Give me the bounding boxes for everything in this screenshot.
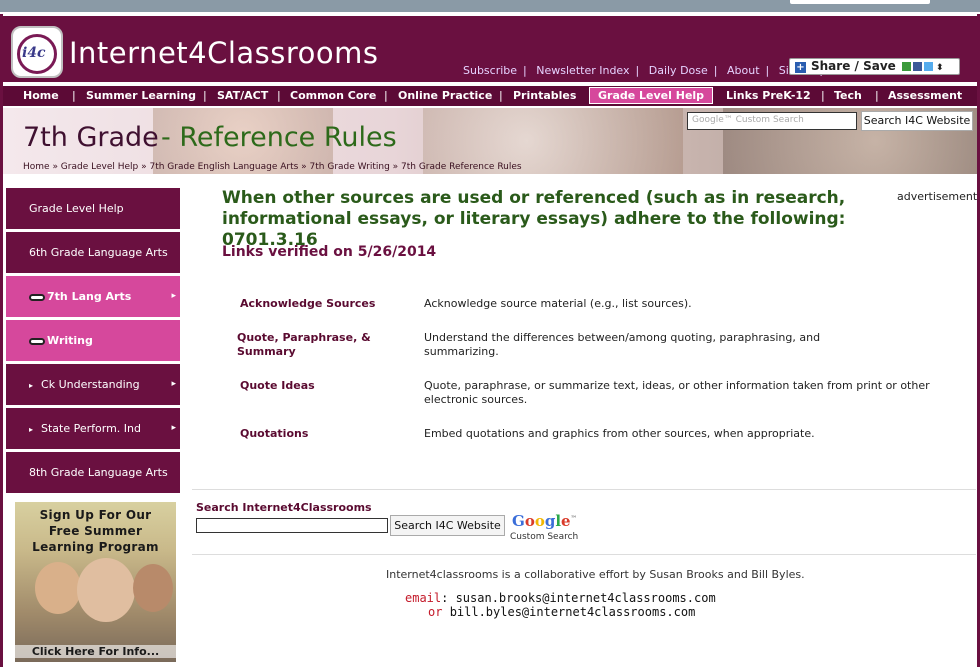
promo-photo	[35, 562, 81, 614]
row-description: Acknowledge source material (e.g., list …	[424, 297, 692, 310]
row-term-link[interactable]: Quotations	[240, 427, 308, 441]
twitter-icon	[923, 62, 933, 71]
email-link[interactable]: bill.byles@internet4classrooms.com	[450, 605, 696, 619]
banner-search-button[interactable]: Search I4C Website	[861, 111, 973, 131]
row-description: Understand the differences between/among…	[424, 331, 821, 358]
chevron-right-icon: ▸	[171, 291, 176, 301]
glasses-icon	[29, 337, 45, 345]
sidebar-item-ck-understanding[interactable]: ▸ Ck Understanding ▸	[6, 364, 180, 405]
dropdown-icon: ⬍	[935, 63, 944, 73]
browser-tab-area	[790, 0, 930, 4]
divider	[192, 554, 976, 555]
row-term-link[interactable]: Quote, Paraphrase, & Summary	[237, 331, 371, 359]
footer-email-line: or bill.byles@internet4classrooms.com	[428, 605, 696, 619]
promo-line1: Sign Up For Our	[39, 508, 152, 522]
browser-top-strip	[0, 0, 980, 12]
top-link-about[interactable]: About |	[727, 64, 769, 77]
search-label: Search Internet4Classrooms	[196, 501, 372, 514]
sidebar-item-writing[interactable]: Writing	[6, 320, 180, 361]
advertisement-label: advertisement	[897, 190, 978, 203]
row-description: Quote, paraphrase, or summarize text, id…	[424, 379, 930, 406]
nav-links-prek-12[interactable]: Links PreK-12	[726, 89, 811, 102]
share-save-button[interactable]: + Share / Save ⬍	[789, 58, 960, 75]
bullet-icon: ▸	[29, 381, 34, 390]
share-label: Share / Save	[811, 59, 896, 73]
site-header: i4c Internet4Classrooms Subscribe | Newsl…	[3, 16, 977, 82]
facebook-icon	[912, 62, 922, 71]
footer-credit: Internet4classrooms is a collaborative e…	[386, 568, 805, 581]
top-link-newsletter-index[interactable]: Newsletter Index |	[536, 64, 639, 77]
promo-photo	[133, 564, 173, 612]
sidebar-item-8th-grade-language-arts[interactable]: 8th Grade Language Arts	[6, 452, 180, 493]
site-search-button[interactable]: Search I4C Website	[390, 515, 505, 536]
nav-separator: |	[72, 89, 76, 102]
row-term-link[interactable]: Quote Ideas	[240, 379, 315, 393]
promo-cta[interactable]: Click Here For Info...	[15, 645, 176, 658]
footer-email-line: email: susan.brooks@internet4classrooms.…	[405, 591, 716, 605]
promo-line2: Free Summer	[48, 524, 143, 538]
site-logo[interactable]: i4c	[11, 26, 63, 78]
chevron-right-icon: ▸	[171, 379, 176, 389]
top-links: Subscribe | Newsletter Index | Daily Dose |…	[463, 64, 833, 77]
sidebar-item-state-perform-ind[interactable]: ▸ State Perform. Ind ▸	[6, 408, 180, 449]
nav-sat-act[interactable]: SAT/ACT	[217, 89, 268, 102]
row-description: Embed quotations and graphics from other…	[424, 427, 815, 440]
sidebar: Grade Level Help 6th Grade Language Arts…	[6, 188, 180, 496]
top-link-daily-dose[interactable]: Daily Dose |	[649, 64, 718, 77]
main-heading: When other sources are used or reference…	[222, 188, 846, 250]
logo-text: i4c	[22, 45, 46, 61]
email-icon	[901, 62, 911, 71]
top-link-subscribe[interactable]: Subscribe |	[463, 64, 527, 77]
breadcrumb[interactable]: Home » Grade Level Help » 7th Grade Engl…	[23, 162, 522, 172]
nav-separator: |	[821, 89, 825, 102]
nav-separator: |	[277, 89, 281, 102]
nav-grade-level-help[interactable]: Grade Level Help	[589, 87, 714, 104]
nav-separator: |	[875, 89, 879, 102]
nav-separator: |	[499, 89, 503, 102]
links-verified: Links verified on 5/26/2014	[222, 244, 437, 260]
chevron-right-icon: ▸	[171, 423, 176, 433]
nav-assessment[interactable]: Assessment	[888, 89, 962, 102]
nav-online-practice[interactable]: Online Practice	[398, 89, 492, 102]
page-title: - Reference Rules	[161, 122, 397, 153]
nav-common-core[interactable]: Common Core	[290, 89, 376, 102]
main-nav: Home | Summer Learning | SAT/ACT | Commo…	[3, 85, 977, 107]
nav-separator: |	[384, 89, 388, 102]
nav-summer-learning[interactable]: Summer Learning	[86, 89, 196, 102]
email-link[interactable]: susan.brooks@internet4classrooms.com	[456, 591, 716, 605]
nav-home[interactable]: Home	[23, 89, 59, 102]
bullet-icon: ▸	[29, 425, 34, 434]
row-term-link[interactable]: Acknowledge Sources	[240, 297, 375, 311]
nav-printables[interactable]: Printables	[513, 89, 576, 102]
nav-tech[interactable]: Tech	[834, 89, 862, 102]
page-title-grade: 7th Grade	[23, 122, 159, 153]
sidebar-item-grade-level-help[interactable]: Grade Level Help	[6, 188, 180, 229]
promo-line3: Learning Program	[32, 540, 159, 554]
promo-photo	[77, 558, 135, 622]
banner-search-input[interactable]: Google™ Custom Search	[687, 112, 857, 130]
nav-separator: |	[203, 89, 207, 102]
summer-learning-promo[interactable]: Sign Up For Our Free Summer Learning Pro…	[15, 502, 176, 662]
google-logo: Google™	[512, 512, 577, 530]
plus-icon: +	[795, 62, 806, 73]
sidebar-item-7th-lang-arts[interactable]: 7th Lang Arts ▸	[6, 276, 180, 317]
divider	[192, 489, 976, 490]
site-brand-title[interactable]: Internet4Classrooms	[69, 36, 379, 70]
google-custom-search-label: Custom Search	[510, 532, 579, 542]
site-search-input[interactable]	[196, 518, 388, 533]
glasses-icon	[29, 293, 45, 301]
sidebar-item-6th-grade-language-arts[interactable]: 6th Grade Language Arts	[6, 232, 180, 273]
